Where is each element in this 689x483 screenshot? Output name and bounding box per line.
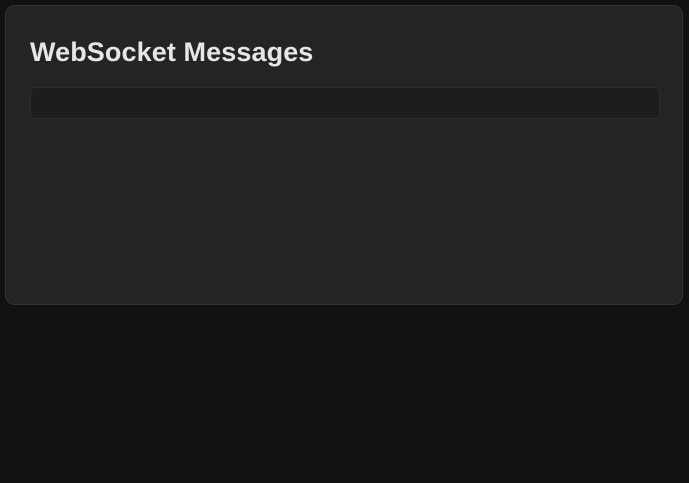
- panel-title: WebSocket Messages: [30, 37, 314, 67]
- message-log[interactable]: [30, 87, 660, 119]
- websocket-messages-panel: WebSocket Messages: [5, 5, 683, 305]
